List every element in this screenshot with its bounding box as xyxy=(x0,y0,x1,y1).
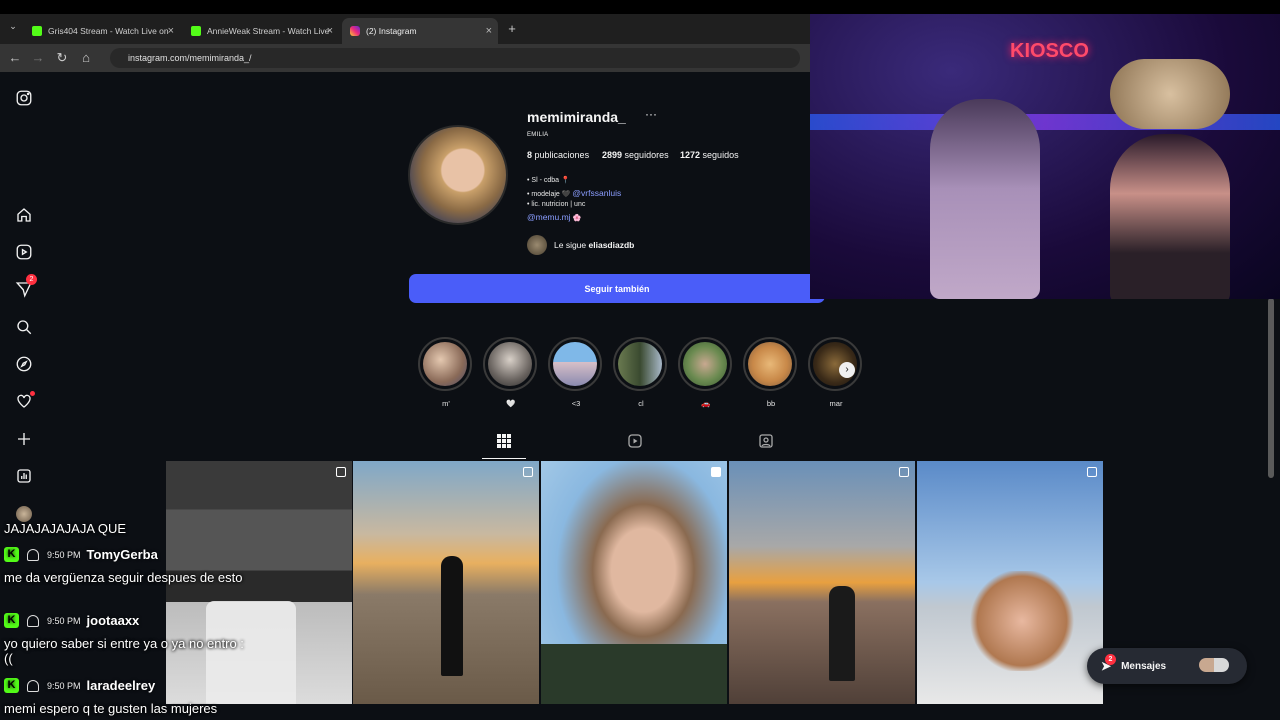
chat-username: TomyGerba xyxy=(86,547,158,562)
messages-badge: 2 xyxy=(1105,654,1116,665)
posts-stat: 8 publicaciones xyxy=(527,150,590,160)
chat-message: yo quiero saber si entre ya o ya no entr… xyxy=(4,636,244,666)
reels-icon[interactable] xyxy=(14,242,34,262)
tab-tagged[interactable] xyxy=(751,434,781,456)
messages-label: Mensajes xyxy=(1121,660,1167,672)
chevron-right-icon[interactable]: › xyxy=(839,362,855,378)
url-text: instagram.com/memimiranda_/ xyxy=(128,53,252,63)
highlight-item[interactable]: 🤍 xyxy=(483,337,539,408)
followers-stat[interactable]: 2899 seguidores xyxy=(602,150,669,160)
highlight-item[interactable]: 🚗 xyxy=(678,337,734,408)
browser-tab-gris404[interactable]: Gris404 Stream - Watch Live on × xyxy=(24,18,180,44)
chat-meta: K 9:50 PM laradeelrey xyxy=(4,678,155,693)
message-avatars xyxy=(1199,658,1229,672)
following-stat[interactable]: 1272 seguidos xyxy=(680,150,739,160)
highlight-item[interactable]: m' xyxy=(418,337,474,408)
tab-title: (2) Instagram xyxy=(366,26,417,36)
profile-avatar[interactable] xyxy=(408,125,508,225)
reel-icon xyxy=(711,467,721,477)
search-icon[interactable] xyxy=(14,317,34,337)
bio-line: • modelaje 🖤 @vrfssanluis xyxy=(527,188,622,198)
browser-tab-bar: ⌄ Gris404 Stream - Watch Live on × Annie… xyxy=(0,14,810,44)
forward-arrow-icon[interactable]: → xyxy=(30,50,46,65)
bio-mention-link[interactable]: @memu.mj xyxy=(527,212,571,222)
address-bar: ← → ↻ ⌂ instagram.com/memimiranda_/ xyxy=(0,44,810,72)
bio-line: • lic. nutricion | unc xyxy=(527,201,586,208)
instagram-favicon-icon xyxy=(350,26,360,36)
post-thumbnail[interactable] xyxy=(353,461,539,704)
kick-badge-icon: K xyxy=(4,678,19,693)
notification-badge: 2 xyxy=(26,274,37,285)
close-icon[interactable]: × xyxy=(327,25,333,37)
carousel-icon xyxy=(899,467,909,477)
kick-badge-icon: K xyxy=(4,613,19,628)
home-icon[interactable] xyxy=(14,205,34,225)
tab-posts-grid[interactable] xyxy=(489,434,519,456)
user-icon xyxy=(27,548,39,561)
neon-sign: KIOSCO xyxy=(1010,40,1089,62)
carousel-icon xyxy=(1087,467,1097,477)
dashboard-icon[interactable] xyxy=(14,466,34,486)
active-tab-indicator xyxy=(482,458,526,459)
explore-compass-icon[interactable] xyxy=(14,354,34,374)
highlight-item[interactable]: mar xyxy=(808,337,864,408)
post-thumbnail[interactable] xyxy=(541,461,727,704)
user-icon xyxy=(27,614,39,627)
chat-meta: K 9:50 PM jootaaxx xyxy=(4,613,139,628)
new-tab-button[interactable]: + xyxy=(504,21,520,36)
chat-message: me da vergüenza seguir despues de esto xyxy=(4,570,243,585)
grid-icon xyxy=(497,434,511,448)
tab-search-icon[interactable]: ⌄ xyxy=(5,21,21,32)
bio-mention-link[interactable]: @vrfssanluis xyxy=(572,188,621,198)
carousel-icon xyxy=(336,467,346,477)
bio-line: • Sl - cdba 📍 xyxy=(527,177,570,184)
close-icon[interactable]: × xyxy=(486,25,492,37)
instagram-logo-icon[interactable] xyxy=(14,88,34,108)
chat-meta: K 9:50 PM TomyGerba xyxy=(4,547,158,562)
page-scrollbar[interactable] xyxy=(1268,298,1274,478)
carousel-icon xyxy=(523,467,533,477)
browser-tab-annieweak[interactable]: AnnieWeak Stream - Watch Live × xyxy=(183,18,339,44)
highlight-item[interactable]: bb xyxy=(743,337,799,408)
back-arrow-icon[interactable]: ← xyxy=(7,50,23,65)
chat-username: jootaaxx xyxy=(86,613,140,628)
reload-icon[interactable]: ↻ xyxy=(54,50,70,66)
tab-title: Gris404 Stream - Watch Live on xyxy=(48,26,169,36)
create-plus-icon[interactable] xyxy=(14,429,34,449)
profile-avatar-small[interactable] xyxy=(16,506,32,522)
tab-reels[interactable] xyxy=(620,434,650,456)
profile-full-name: EMILIA xyxy=(527,132,549,138)
followed-by[interactable]: Le sigue eliasdiazdb xyxy=(527,235,634,255)
kick-favicon-icon xyxy=(191,26,201,36)
tab-title: AnnieWeak Stream - Watch Live xyxy=(207,26,330,36)
heart-icon[interactable] xyxy=(14,391,35,411)
streamer-webcam: KIOSCO xyxy=(810,14,1280,299)
follower-avatar xyxy=(527,235,547,255)
url-input[interactable]: instagram.com/memimiranda_/ xyxy=(110,48,800,68)
chat-username: laradeelrey xyxy=(86,678,156,693)
follow-back-button[interactable]: Seguir también xyxy=(409,274,825,303)
profile-username: memimiranda_ xyxy=(527,109,626,125)
messages-send-icon[interactable]: 2 xyxy=(14,274,37,299)
tagged-icon xyxy=(759,434,773,448)
close-icon[interactable]: × xyxy=(168,25,174,37)
reels-icon xyxy=(628,434,642,448)
bio-line: @memu.mj 🌸 xyxy=(527,212,582,222)
highlight-item[interactable]: <3 xyxy=(548,337,604,408)
highlight-item[interactable]: cl xyxy=(613,337,669,408)
messages-button[interactable]: ➤ 2 Mensajes xyxy=(1087,648,1247,684)
home-icon[interactable]: ⌂ xyxy=(78,50,94,65)
chat-message: JAJAJAJAJAJA QUE xyxy=(4,521,127,536)
browser-tab-instagram[interactable]: (2) Instagram × xyxy=(342,18,498,44)
user-icon xyxy=(27,679,39,692)
post-thumbnail[interactable] xyxy=(729,461,915,704)
chat-message: memi espero q te gusten las mujeres xyxy=(4,701,218,716)
kick-badge-icon: K xyxy=(4,547,19,562)
more-options-icon[interactable]: ··· xyxy=(645,107,657,121)
kick-favicon-icon xyxy=(32,26,42,36)
post-thumbnail[interactable] xyxy=(917,461,1103,704)
activity-dot xyxy=(30,391,35,396)
